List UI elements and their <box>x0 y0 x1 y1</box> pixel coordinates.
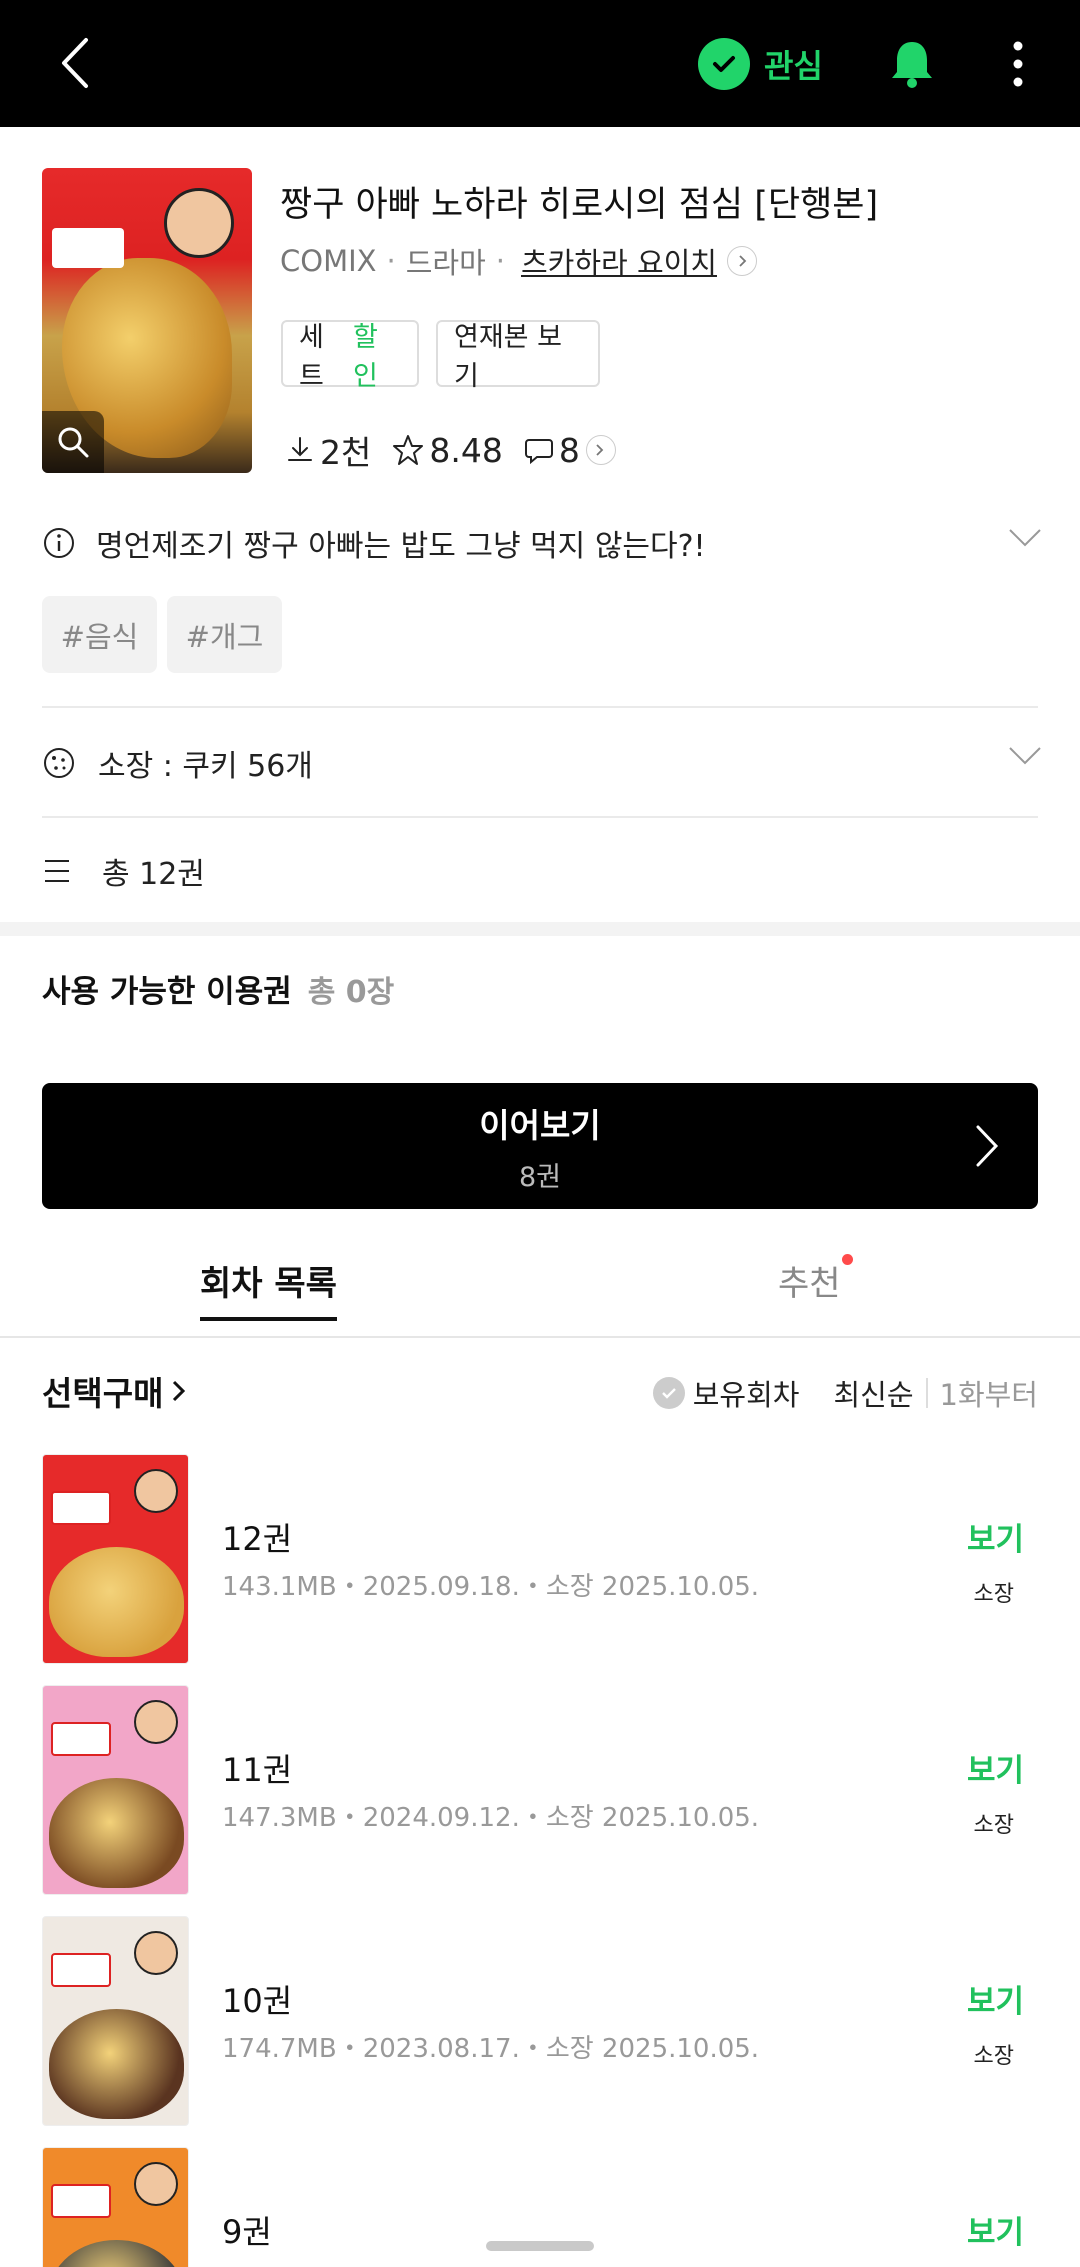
owned-filter-toggle[interactable]: 보유회차 <box>652 1372 800 1414</box>
list-filters: 보유회차 최신순 1화부터 <box>652 1372 1039 1414</box>
chevron-right-icon[interactable] <box>726 246 757 276</box>
favorite-button[interactable]: 관심 <box>698 36 823 92</box>
view-button[interactable]: 보기 <box>967 2207 1024 2252</box>
author-link[interactable]: 츠카하라 요이치 <box>521 240 717 282</box>
owned-badge: 소장 <box>973 1813 1014 1838</box>
volume-cover-thumbnail <box>42 1454 189 1664</box>
rating-stat: 8.48 <box>391 430 503 470</box>
total-volumes-row: 총 12권 <box>42 846 205 896</box>
view-button[interactable]: 보기 <box>967 1745 1024 1790</box>
volume-cover-thumbnail <box>42 1685 189 1895</box>
owned-badge: 소장 <box>973 1582 1014 1607</box>
comments-value: 8 <box>558 430 580 470</box>
new-badge-dot <box>842 1254 853 1265</box>
view-button[interactable]: 보기 <box>967 1976 1024 2021</box>
sort-first-button[interactable]: 1화부터 <box>940 1372 1039 1414</box>
pass-label: 사용 가능한 이용권 <box>42 974 292 1010</box>
owned-text: 소장 : 쿠키 56개 <box>98 749 313 784</box>
home-indicator[interactable] <box>486 2241 594 2251</box>
total-text: 총 12권 <box>102 857 205 892</box>
search-zoom-icon[interactable] <box>42 411 104 473</box>
divider <box>925 1378 928 1408</box>
view-button[interactable]: 보기 <box>967 1514 1024 1559</box>
continue-reading-button[interactable]: 이어보기 8권 <box>42 1083 1038 1209</box>
volume-cover-thumbnail <box>42 2147 189 2267</box>
list-item[interactable]: 11권 147.3MB・2024.09.12.・소장 2025.10.05. 보… <box>42 1685 1038 1895</box>
sort-latest-button[interactable]: 최신순 <box>833 1372 913 1414</box>
owned-badge: 소장 <box>973 2044 1014 2069</box>
section-separator <box>0 922 1080 936</box>
tab-episode-list[interactable]: 회차 목록 <box>200 1256 337 1321</box>
downloads-stat: 2천 <box>284 426 371 474</box>
list-header: 선택구매 보유회차 최신순 1화부터 <box>42 1366 1038 1416</box>
volume-title: 9권 <box>222 2213 272 2251</box>
volume-title: 12권 <box>222 1520 293 1558</box>
star-icon <box>393 435 424 465</box>
favorite-label: 관심 <box>764 47 823 85</box>
volume-meta: 174.7MB・2023.08.17.・소장 2025.10.05. <box>222 2034 760 2064</box>
divider <box>42 706 1038 708</box>
publisher: COMIX <box>280 244 377 278</box>
tag-gag[interactable]: #개그 <box>167 596 282 673</box>
chevron-right-icon[interactable] <box>585 435 616 465</box>
volume-meta: 143.1MB・2025.09.18.・소장 2025.10.05. <box>222 1572 760 1602</box>
tag-food[interactable]: #음식 <box>42 596 157 673</box>
info-icon <box>44 528 74 558</box>
discount-label: 할인 <box>353 321 378 392</box>
top-app-bar: 관심 <box>0 0 1080 127</box>
more-vertical-icon[interactable] <box>1000 36 1036 92</box>
comments-stat[interactable]: 8 <box>523 431 616 470</box>
pass-count: 총 0장 <box>307 975 395 1010</box>
cookie-icon <box>44 748 74 778</box>
owned-filter-label: 보유회차 <box>692 1378 800 1412</box>
tab-recommend[interactable]: 추천 <box>778 1256 841 1305</box>
serial-view-button[interactable]: 연재본 보기 <box>436 320 600 392</box>
set-discount-button[interactable]: 세트 할인 <box>281 320 419 392</box>
meta-dot: · <box>386 244 396 278</box>
available-pass-row: 사용 가능한 이용권 총 0장 <box>42 966 394 1011</box>
rating-value: 8.48 <box>429 430 503 470</box>
chevron-down-icon <box>1009 747 1041 765</box>
divider <box>42 816 1038 818</box>
chevron-right-icon <box>173 1380 186 1402</box>
book-meta: COMIX · 드라마 · 츠카하라 요이치 <box>280 240 757 282</box>
book-title: 짱구 아빠 노하라 히로시의 점심 [단행본] <box>280 185 879 225</box>
owned-cookies-row[interactable]: 소장 : 쿠키 56개 <box>42 738 1042 788</box>
volume-title: 11권 <box>222 1751 293 1789</box>
downloads-value: 2천 <box>320 433 372 472</box>
continue-volume: 8권 <box>518 1161 562 1193</box>
list-item[interactable]: 12권 143.1MB・2025.09.18.・소장 2025.10.05. 보… <box>42 1454 1038 1664</box>
select-buy-button[interactable]: 선택구매 <box>42 1367 189 1415</box>
set-label: 세트 <box>299 321 324 392</box>
meta-dot: · <box>495 244 505 278</box>
description-text: 명언제조기 짱구 아빠는 밥도 그냥 먹지 않는다?! <box>96 529 706 564</box>
stats-row: 2천 8.48 8 <box>284 426 636 474</box>
list-icon <box>45 860 69 882</box>
check-circle-icon <box>652 1377 685 1409</box>
list-item[interactable]: 10권 174.7MB・2023.08.17.・소장 2025.10.05. 보… <box>42 1916 1038 2126</box>
comment-icon <box>524 439 553 465</box>
volume-meta: 147.3MB・2024.09.12.・소장 2025.10.05. <box>222 1803 760 1833</box>
chevron-right-icon <box>976 1125 999 1167</box>
bell-icon[interactable] <box>884 36 940 92</box>
back-arrow-icon[interactable] <box>46 30 106 96</box>
volume-cover-thumbnail <box>42 1916 189 2126</box>
select-buy-label: 선택구매 <box>42 1374 164 1413</box>
volume-title: 10권 <box>222 1982 293 2020</box>
continue-label: 이어보기 <box>479 1105 601 1145</box>
description-row[interactable]: 명언제조기 짱구 아빠는 밥도 그냥 먹지 않는다?! <box>42 520 1042 566</box>
chevron-down-icon <box>1009 529 1041 547</box>
genre: 드라마 <box>405 246 486 280</box>
download-icon <box>288 437 312 461</box>
tab-bar: 회차 목록 추천 <box>0 1236 1080 1338</box>
check-icon <box>698 38 750 90</box>
